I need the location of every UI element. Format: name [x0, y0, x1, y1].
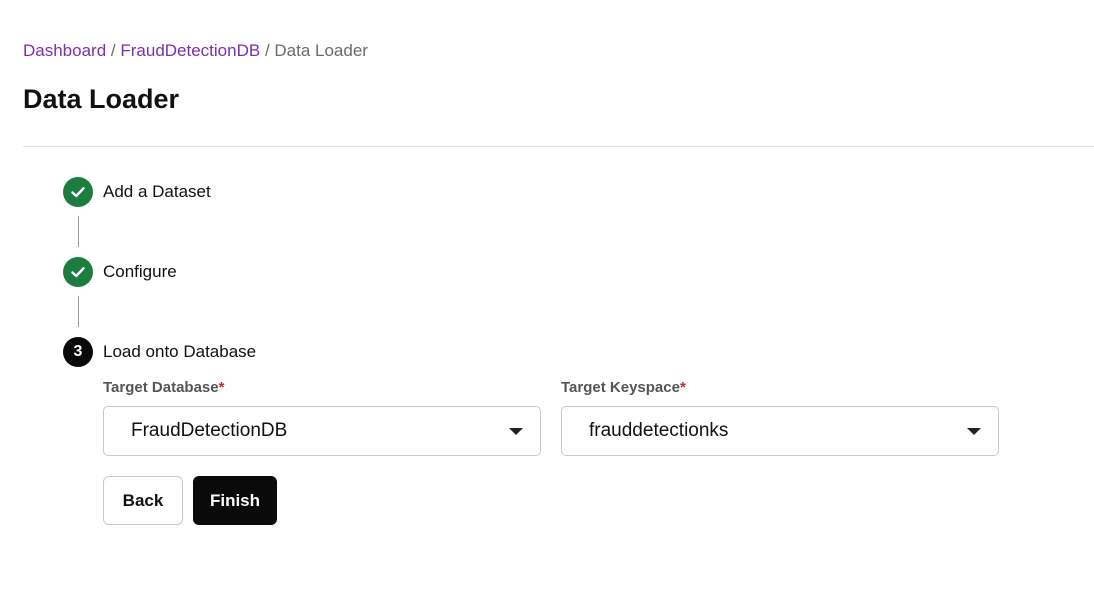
back-button[interactable]: Back	[103, 476, 183, 525]
target-database-label: Target Database*	[103, 379, 225, 396]
step-label: Add a Dataset	[103, 182, 211, 201]
target-keyspace-value: frauddetectionks	[589, 420, 729, 441]
required-marker: *	[679, 379, 686, 396]
step-configure: Configure	[63, 257, 177, 287]
breadcrumb-separator: /	[110, 41, 121, 60]
target-keyspace-select[interactable]: frauddetectionks	[561, 406, 999, 456]
check-icon	[63, 177, 93, 207]
step-connector	[78, 296, 79, 327]
breadcrumb-link-database[interactable]: FraudDetectionDB	[120, 41, 260, 60]
step-label: Configure	[103, 262, 177, 281]
breadcrumb-separator: /	[264, 41, 275, 60]
page-title: Data Loader	[23, 84, 180, 114]
header-divider	[23, 146, 1094, 147]
target-database-select[interactable]: FraudDetectionDB	[103, 406, 541, 456]
step-label: Load onto Database	[103, 342, 257, 361]
step-add-dataset: Add a Dataset	[63, 177, 211, 207]
step-number-badge: 3	[63, 337, 93, 367]
target-database-value: FraudDetectionDB	[131, 420, 288, 441]
caret-down-icon	[509, 428, 523, 435]
caret-down-icon	[967, 428, 981, 435]
breadcrumb: Dashboard / FraudDetectionDB / Data Load…	[23, 40, 368, 62]
target-keyspace-label: Target Keyspace*	[561, 379, 686, 396]
step-load-onto-database: 3 Load onto Database	[63, 337, 256, 367]
breadcrumb-current: Data Loader	[274, 41, 368, 60]
finish-button[interactable]: Finish	[193, 476, 277, 525]
check-icon	[63, 257, 93, 287]
step-connector	[78, 216, 79, 247]
required-marker: *	[218, 379, 225, 396]
breadcrumb-link-dashboard[interactable]: Dashboard	[23, 41, 106, 60]
